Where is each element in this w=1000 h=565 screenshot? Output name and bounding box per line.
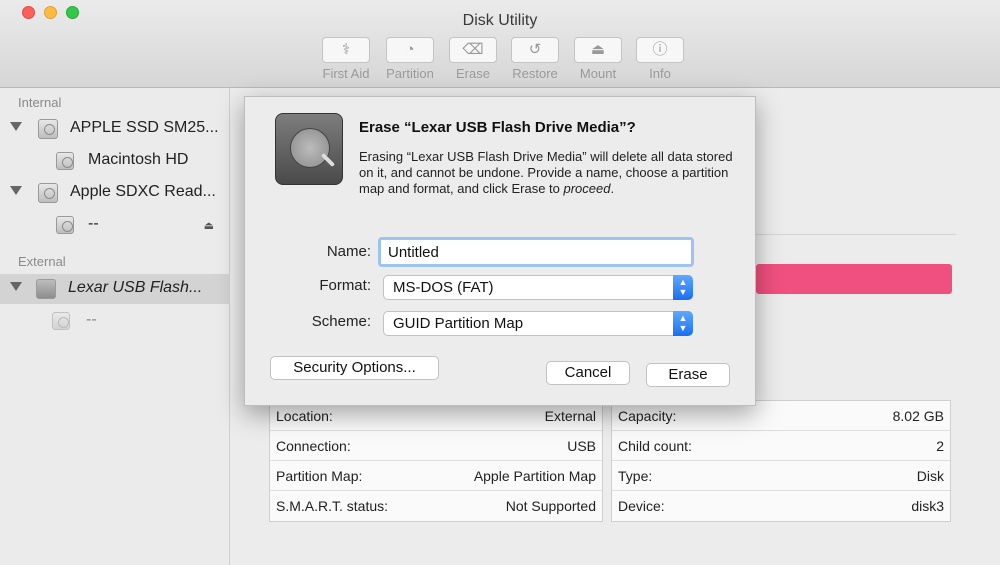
name-input[interactable] bbox=[378, 237, 694, 267]
sidebar-item-label: -- bbox=[86, 311, 97, 328]
restore-label: Restore bbox=[512, 66, 558, 81]
sidebar-item-label: -- bbox=[88, 215, 99, 232]
usb-drive-icon bbox=[36, 279, 56, 299]
sidebar-item-label: Macintosh HD bbox=[88, 151, 189, 168]
info-key: Device: bbox=[618, 498, 665, 514]
info-row: Device: disk3 bbox=[612, 491, 950, 521]
internal-disk-icon bbox=[38, 119, 58, 139]
name-label: Name: bbox=[326, 243, 371, 260]
format-select[interactable]: MS-DOS (FAT) ▲ ▼ bbox=[383, 275, 693, 300]
info-value: disk3 bbox=[911, 498, 944, 514]
partition-tool[interactable]: ◔ Partition bbox=[380, 37, 440, 85]
disclosure-triangle-icon[interactable] bbox=[10, 282, 22, 291]
info-value: Apple Partition Map bbox=[473, 468, 596, 484]
info-label: Info bbox=[649, 66, 671, 81]
chevron-updown-icon[interactable]: ▲ ▼ bbox=[673, 275, 693, 300]
section-header-external: External bbox=[18, 254, 66, 269]
erase-label: Erase bbox=[456, 66, 490, 81]
restore-tool[interactable]: ↺ Restore bbox=[505, 37, 565, 85]
sidebar-item-apple-ssd[interactable]: APPLE SSD SM25... bbox=[0, 114, 230, 144]
sidebar-item-macintosh-hd[interactable]: Macintosh HD bbox=[0, 146, 230, 176]
mount-label: Mount bbox=[579, 66, 617, 81]
section-header-internal: Internal bbox=[18, 95, 62, 110]
divider bbox=[756, 234, 956, 235]
info-value: USB bbox=[567, 438, 596, 454]
sidebar-item-label: Apple SDXC Read... bbox=[70, 183, 216, 200]
first-aid-tool[interactable]: ⚕ First Aid bbox=[316, 37, 376, 85]
erase-icon[interactable]: ⌫ bbox=[449, 37, 497, 63]
info-key: Capacity: bbox=[618, 408, 677, 424]
sidebar-item-sdxc-volume[interactable]: -- ⏏ bbox=[0, 210, 230, 240]
cancel-button[interactable]: Cancel bbox=[546, 361, 630, 385]
info-key: S.M.A.R.T. status: bbox=[276, 498, 389, 514]
dialog-message-end: . bbox=[610, 181, 615, 196]
info-value: 8.02 GB bbox=[892, 408, 944, 424]
info-key: Child count: bbox=[618, 438, 692, 454]
dialog-message-text: Erasing “Lexar USB Flash Drive Media” wi… bbox=[359, 149, 733, 196]
volume-icon bbox=[56, 152, 74, 170]
stethoscope-icon[interactable]: ⚕ bbox=[322, 37, 370, 63]
format-value: MS-DOS (FAT) bbox=[393, 279, 494, 296]
erase-dialog: Erase “Lexar USB Flash Drive Media”? Era… bbox=[244, 96, 756, 406]
info-key: Location: bbox=[276, 408, 333, 424]
sidebar-item-sdxc-reader[interactable]: Apple SDXC Read... bbox=[0, 178, 230, 208]
info-icon[interactable]: ⓘ bbox=[636, 37, 684, 63]
scheme-label: Scheme: bbox=[311, 313, 371, 330]
volume-icon bbox=[52, 312, 70, 330]
restore-icon[interactable]: ↺ bbox=[511, 37, 559, 63]
scheme-value: GUID Partition Map bbox=[393, 315, 524, 332]
dialog-message: Erasing “Lexar USB Flash Drive Media” wi… bbox=[359, 149, 745, 197]
format-label: Format: bbox=[319, 277, 371, 294]
hard-drive-icon bbox=[275, 113, 343, 185]
partition-label: Partition bbox=[386, 66, 434, 81]
info-key: Connection: bbox=[276, 438, 351, 454]
info-row: Child count: 2 bbox=[612, 431, 950, 461]
disclosure-triangle-icon[interactable] bbox=[10, 122, 22, 131]
info-row: Partition Map: Apple Partition Map bbox=[270, 461, 602, 491]
dialog-title: Erase “Lexar USB Flash Drive Media”? bbox=[359, 119, 636, 136]
info-tool[interactable]: ⓘ Info bbox=[630, 37, 690, 85]
info-value: Not Supported bbox=[505, 498, 596, 514]
disk-utility-window: Disk Utility ⚕ First Aid ◔ Partition ⌫ E… bbox=[0, 0, 1000, 565]
mount-tool[interactable]: ⏏ Mount bbox=[568, 37, 628, 85]
erase-button[interactable]: Erase bbox=[646, 363, 730, 387]
sidebar: Internal APPLE SSD SM25... Macintosh HD … bbox=[0, 88, 230, 565]
platter bbox=[290, 128, 330, 168]
pie-icon[interactable]: ◔ bbox=[386, 37, 434, 63]
eject-icon[interactable]: ⏏ bbox=[204, 219, 214, 232]
first-aid-label: First Aid bbox=[322, 66, 370, 81]
info-key: Partition Map: bbox=[276, 468, 363, 484]
titlebar: Disk Utility ⚕ First Aid ◔ Partition ⌫ E… bbox=[0, 0, 1000, 88]
info-table-left: Location: External Connection: USB Parti… bbox=[269, 400, 603, 522]
erase-tool[interactable]: ⌫ Erase bbox=[443, 37, 503, 85]
volume-icon bbox=[56, 216, 74, 234]
info-value: External bbox=[544, 408, 596, 424]
mount-icon[interactable]: ⏏ bbox=[574, 37, 622, 63]
info-value: 2 bbox=[936, 438, 944, 454]
info-row: S.M.A.R.T. status: Not Supported bbox=[270, 491, 602, 521]
info-key: Type: bbox=[618, 468, 653, 484]
info-value: Disk bbox=[916, 468, 944, 484]
security-options-button[interactable]: Security Options... bbox=[270, 356, 439, 380]
sidebar-item-label: Lexar USB Flash... bbox=[68, 279, 203, 296]
sidebar-item-lexar-volume[interactable]: -- bbox=[0, 306, 230, 336]
window-title: Disk Utility bbox=[462, 12, 538, 29]
disclosure-triangle-icon[interactable] bbox=[10, 186, 22, 195]
chevron-updown-icon[interactable]: ▲ ▼ bbox=[673, 311, 693, 336]
dialog-message-emphasis: proceed bbox=[563, 181, 611, 196]
info-table-right: Capacity: 8.02 GB Child count: 2 Type: D… bbox=[611, 400, 951, 522]
usage-bar bbox=[756, 264, 952, 294]
info-row: Type: Disk bbox=[612, 461, 950, 491]
internal-disk-icon bbox=[38, 183, 58, 203]
scheme-select[interactable]: GUID Partition Map ▲ ▼ bbox=[383, 311, 693, 336]
info-row: Connection: USB bbox=[270, 431, 602, 461]
sidebar-item-lexar-usb[interactable]: Lexar USB Flash... bbox=[0, 274, 230, 304]
sidebar-item-label: APPLE SSD SM25... bbox=[70, 119, 219, 136]
